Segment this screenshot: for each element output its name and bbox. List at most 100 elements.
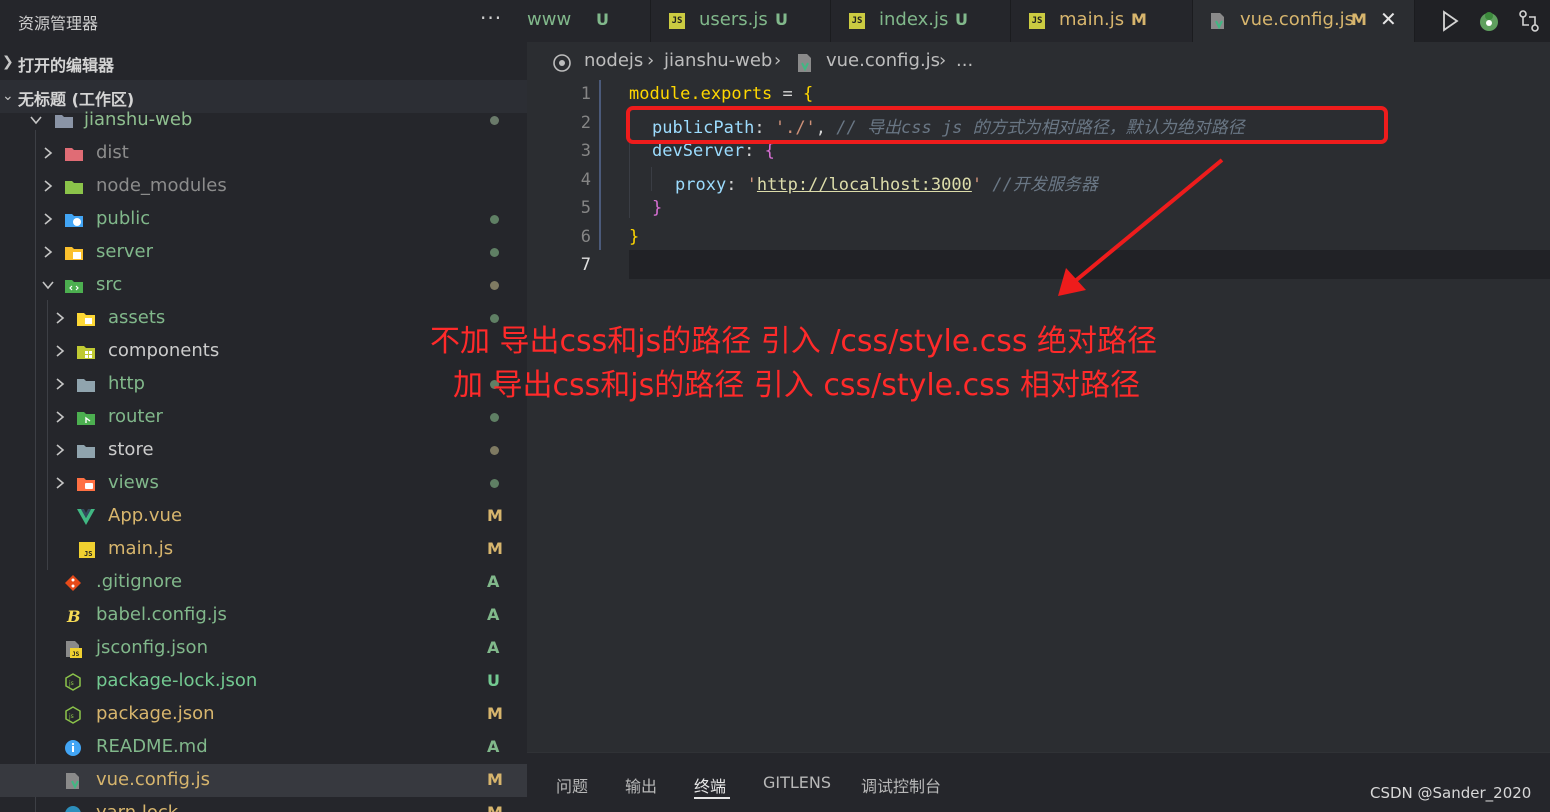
tree-item-label: README.md (96, 736, 208, 757)
tab-vue-config-js[interactable]: vue.config.js M ✕ (1193, 0, 1415, 42)
code-token: : (726, 175, 747, 195)
more-actions-icon[interactable]: ··· (480, 6, 502, 30)
code-token: } (652, 198, 663, 218)
tab-output[interactable]: 输出 (625, 773, 657, 797)
chevron-right-icon: › (939, 50, 947, 71)
tree-item-gitignore[interactable]: .gitignore A (0, 566, 527, 599)
run-icon[interactable] (1437, 8, 1463, 34)
code-link[interactable]: http://localhost:3000 (757, 175, 972, 195)
line-number: 6 (580, 227, 591, 247)
tree-item-package-lock[interactable]: js package-lock.json U (0, 665, 527, 698)
debug-icon[interactable] (1476, 8, 1502, 34)
close-tab-icon[interactable]: ✕ (1380, 7, 1397, 31)
js-file-icon: JS (669, 13, 685, 29)
folder-server-icon (65, 247, 83, 260)
tab-www[interactable]: www U (527, 0, 651, 42)
tree-item-label: components (108, 340, 220, 361)
tree-item-server[interactable]: server (0, 236, 527, 269)
git-status-badge: M (487, 539, 503, 558)
breadcrumb-item[interactable]: nodejs (584, 50, 643, 71)
tree-item-app-vue[interactable]: App.vue M (0, 500, 527, 533)
tree-item-readme[interactable]: README.md A (0, 731, 527, 764)
line-number: 4 (580, 170, 591, 190)
tab-users-js[interactable]: JS users.js U (651, 0, 831, 42)
breadcrumb-item[interactable]: jianshu-web (664, 50, 772, 71)
watermark: CSDN @Sander_2020 (1370, 784, 1532, 802)
chevron-right-icon (44, 213, 53, 225)
tab-debug-console[interactable]: 调试控制台 (861, 773, 941, 797)
tree-item-package-json[interactable]: js package.json M (0, 698, 527, 731)
svg-text:js: js (68, 713, 74, 720)
tree-item-jsconfig[interactable]: JS jsconfig.json A (0, 632, 527, 665)
chevron-right-icon (56, 477, 65, 489)
js-file-icon: JS (849, 13, 865, 29)
line-number: 7 (580, 255, 591, 275)
breadcrumb-item[interactable]: vue.config.js (826, 50, 940, 71)
annotation-text: 加 导出css和js的路径 引入 css/style.css 相对路径 (453, 368, 1140, 403)
tree-item-public[interactable]: public (0, 203, 527, 236)
tree-item-label: .gitignore (96, 571, 183, 592)
tree-item-babel-config[interactable]: B babel.config.js A (0, 599, 527, 632)
tree-item-node-modules[interactable]: node_modules (0, 170, 527, 203)
jsconfig-icon: JS (66, 641, 82, 658)
git-status-badge: A (487, 737, 500, 756)
code-line-3: devServer: { (652, 141, 775, 161)
code-token: devServer (652, 141, 745, 161)
breadcrumb-item[interactable]: ... (956, 50, 973, 71)
editor-tab-bar: www U JS users.js U JS index.js U JS mai… (527, 0, 1550, 42)
tab-label: index.js (879, 9, 949, 30)
tree-item-label: jsconfig.json (96, 637, 208, 658)
compare-changes-icon[interactable] (1516, 8, 1542, 34)
status-dot (490, 215, 499, 224)
code-line-4: proxy: 'http://localhost:3000' //开发服务器 (675, 170, 1098, 195)
tree-item-label: store (108, 439, 154, 460)
code-editor[interactable]: 1 2 3 4 5 6 7 module.exports = { publicP… (527, 80, 1550, 752)
line-number: 5 (580, 198, 591, 218)
info-icon (65, 740, 81, 756)
chevron-down-icon (42, 281, 54, 290)
tab-terminal[interactable]: 终端 (694, 773, 726, 797)
git-status-badge: A (487, 572, 500, 591)
tree-item-http[interactable]: http (0, 368, 527, 401)
git-status-badge: U (487, 671, 500, 690)
tree-item-dist[interactable]: dist (0, 137, 527, 170)
tree-item-store[interactable]: store (0, 434, 527, 467)
chevron-right-icon (56, 345, 65, 357)
folder-router-icon (77, 412, 95, 425)
code-line-6: } (629, 227, 639, 247)
tree-item-views[interactable]: views (0, 467, 527, 500)
tab-gitlens[interactable]: GITLENS (763, 773, 831, 792)
line-number: 3 (580, 141, 591, 161)
tree-item-jianshu-web[interactable]: jianshu-web (0, 104, 527, 137)
current-line-highlight (629, 250, 1550, 279)
code-token: } (629, 227, 640, 247)
tab-problems[interactable]: 问题 (556, 773, 588, 797)
tree-item-router[interactable]: router (0, 401, 527, 434)
tree-item-main-js[interactable]: JS main.js M (0, 533, 527, 566)
tree-item-label: package-lock.json (96, 670, 258, 691)
tree-item-label: http (108, 373, 145, 394)
tree-item-vue-config[interactable]: vue.config.js M (0, 764, 527, 797)
tab-label: vue.config.js (1240, 9, 1355, 30)
yarn-icon (65, 806, 81, 812)
code-token: : (744, 141, 765, 161)
status-dot (490, 281, 499, 290)
explorer-sidebar: 资源管理器 ··· ❯ 打开的编辑器 ⌄ 无标题 (工作区) jianshu-w… (0, 0, 527, 812)
indent-guide (651, 167, 652, 191)
chevron-right-icon: › (647, 50, 655, 71)
line-number: 1 (580, 84, 591, 104)
chevron-right-icon: ❯ (2, 54, 14, 70)
config-file-icon (798, 54, 811, 72)
chevron-right-icon (56, 411, 65, 423)
babel-icon: B (66, 607, 81, 625)
tree-item-src[interactable]: src (0, 269, 527, 302)
tree-item-label: router (108, 406, 163, 427)
tree-item-label: main.js (108, 538, 174, 559)
tab-index-js[interactable]: JS index.js U (831, 0, 1011, 42)
tree-item-yarn-lock[interactable]: yarn.lock M (0, 797, 527, 812)
tab-main-js[interactable]: JS main.js M (1011, 0, 1193, 42)
git-status-badge: M (487, 803, 503, 812)
js-file-icon: JS (1029, 13, 1045, 29)
tree-item-label: views (108, 472, 159, 493)
open-editors-section[interactable]: ❯ 打开的编辑器 (0, 46, 527, 79)
